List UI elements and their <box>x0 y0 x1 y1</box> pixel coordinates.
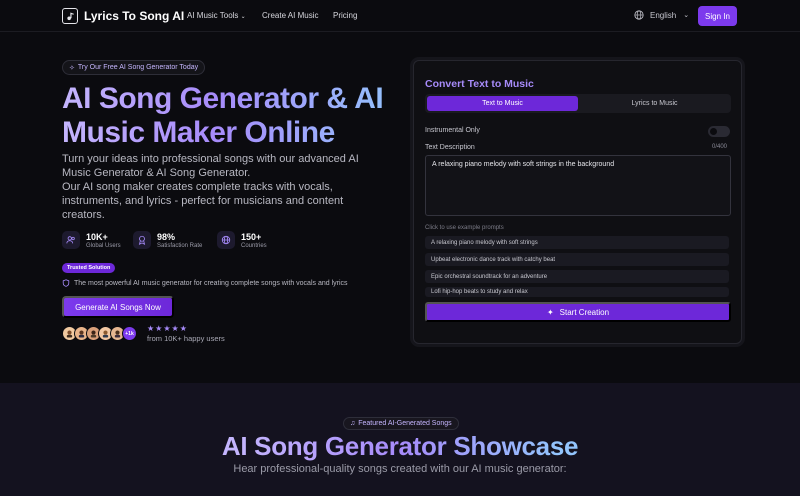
example-prompt[interactable]: Upbeat electronic dance track with catch… <box>425 253 729 266</box>
chevron-down-icon: ⌄ <box>240 14 246 20</box>
example-prompt[interactable]: A relaxing piano melody with soft string… <box>425 236 729 249</box>
mode-tabs: Text to Music Lyrics to Music <box>425 94 731 113</box>
happy-users-text: from 10K+ happy users <box>147 334 225 343</box>
card-title: Convert Text to Music <box>425 78 534 90</box>
showcase-section: ♫ Featured AI-Generated Songs AI Song Ge… <box>0 383 800 496</box>
featured-songs-pill-label: Featured AI-Generated Songs <box>358 420 452 427</box>
sparkle-icon: ✧ <box>69 64 75 72</box>
example-prompt[interactable]: Epic orchestral soundtrack for an advent… <box>425 270 729 283</box>
hero-title: AI Song Generator & AI Music Maker Onlin… <box>62 82 402 150</box>
toggle-knob <box>710 128 717 135</box>
stat-value: 98% <box>157 231 176 242</box>
hero-subtitle-line-1: Turn your ideas into professional songs … <box>62 153 359 179</box>
stat-countries: 150+ Countries <box>217 231 267 249</box>
nav-ai-music-tools-label: AI Music Tools <box>187 11 239 20</box>
showcase-subtitle: Hear professional-quality songs created … <box>233 463 567 475</box>
tab-lyrics-to-music[interactable]: Lyrics to Music <box>580 96 729 111</box>
try-free-pill: ✧ Try Our Free AI Song Generator Today <box>62 60 206 75</box>
start-creation-label: Start Creation <box>559 307 610 317</box>
stat-value: 10K+ <box>86 231 108 242</box>
trust-line: The most powerful AI music generator for… <box>62 279 348 287</box>
stat-label: Global Users <box>86 242 121 249</box>
try-free-pill-label: Try Our Free AI Song Generator Today <box>77 64 199 71</box>
stat-label: Countries <box>241 242 267 249</box>
top-navbar: Lyrics To Song AI AI Music Tools ⌄ Creat… <box>0 0 800 32</box>
char-counter: 0/400 <box>712 144 728 150</box>
description-label: Text Description <box>425 144 475 151</box>
showcase-title: AI Song Generator Showcase <box>0 431 800 462</box>
language-selector[interactable]: English ⌄ <box>634 10 689 20</box>
avatar-more-count: +1k <box>122 326 137 341</box>
start-creation-button[interactable]: ✦ Start Creation <box>425 302 731 322</box>
example-prompt[interactable]: Lofi hip-hop beats to study and relax <box>425 287 729 297</box>
stat-satisfaction: 98% Satisfaction Rate <box>133 231 202 249</box>
generate-songs-button[interactable]: Generate AI Songs Now <box>62 296 174 318</box>
featured-songs-pill: ♫ Featured AI-Generated Songs <box>343 417 459 430</box>
hero-subtitle-line-2: Our AI song maker creates complete track… <box>62 181 344 221</box>
rating-stars-icon: ★★★★★ <box>147 324 188 333</box>
users-icon <box>62 231 80 249</box>
convert-text-card: Convert Text to Music Text to Music Lyri… <box>413 60 742 344</box>
stat-value: 150+ <box>241 231 262 242</box>
trusted-badge: Trusted Solution <box>62 263 116 273</box>
nav-ai-music-tools[interactable]: AI Music Tools ⌄ <box>187 11 246 20</box>
chevron-down-icon: ⌄ <box>683 12 690 19</box>
nav-create-ai-music[interactable]: Create AI Music <box>262 11 318 20</box>
sign-in-button[interactable]: Sign In <box>698 6 737 26</box>
user-avatars: +1k <box>62 326 137 341</box>
globe-icon <box>634 10 644 20</box>
language-label: English <box>650 10 677 20</box>
nav-pricing[interactable]: Pricing <box>333 11 357 20</box>
stat-label: Satisfaction Rate <box>157 242 203 249</box>
examples-label: Click to use example prompts <box>425 225 504 231</box>
music-note-icon: ♫ <box>350 420 356 427</box>
instrumental-toggle[interactable] <box>708 126 730 137</box>
shield-icon <box>62 279 70 287</box>
trust-line-text: The most powerful AI music generator for… <box>74 279 348 287</box>
globe-icon <box>217 231 235 249</box>
music-note-icon <box>62 8 78 24</box>
award-icon <box>133 231 151 249</box>
logo[interactable]: Lyrics To Song AI <box>62 8 184 24</box>
tab-text-to-music[interactable]: Text to Music <box>427 96 578 111</box>
sparkle-icon: ✦ <box>546 307 554 317</box>
instrumental-label: Instrumental Only <box>425 127 480 134</box>
logo-text: Lyrics To Song AI <box>84 9 185 23</box>
hero-subtitle: Turn your ideas into professional songs … <box>62 152 372 222</box>
stat-global-users: 10K+ Global Users <box>62 231 121 249</box>
description-input[interactable] <box>425 155 731 216</box>
